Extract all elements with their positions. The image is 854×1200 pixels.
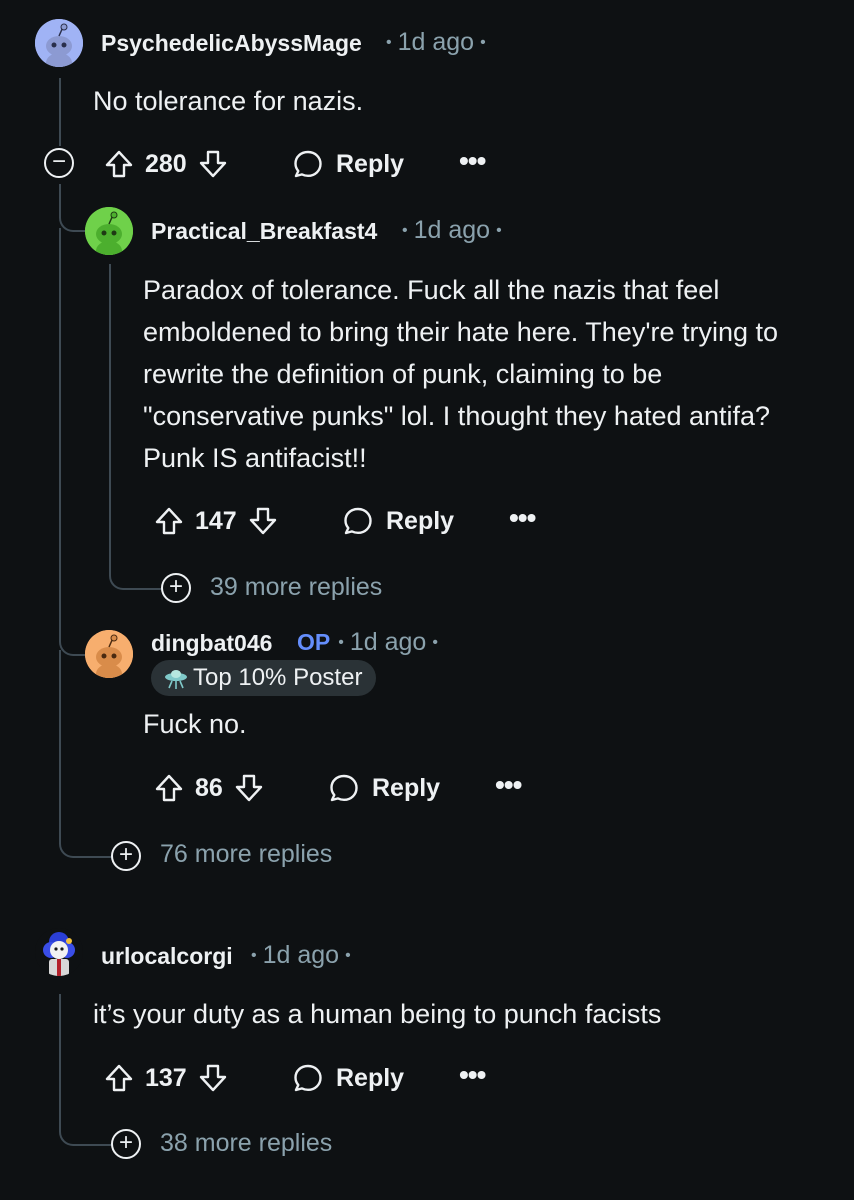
comment-bubble-icon	[294, 150, 322, 178]
reply-label: Reply	[386, 506, 455, 535]
thread-elbow-more-76	[59, 650, 113, 858]
username[interactable]: Practical_Breakfast4	[151, 218, 377, 245]
more-options-icon[interactable]: •••	[495, 769, 522, 801]
reply-label: Reply	[336, 1063, 405, 1092]
more-options-icon[interactable]: •••	[459, 145, 486, 177]
comment-meta: • 1d ago •	[386, 28, 486, 56]
snoo-avatar-icon	[85, 630, 133, 678]
comment-body: No tolerance for nazis.	[93, 86, 364, 116]
vote-count: 280	[145, 149, 187, 178]
comment-actions: 147	[153, 501, 279, 541]
vote-count: 147	[195, 506, 237, 535]
user-flair-badge: Top 10% Poster	[151, 660, 377, 696]
collapse-button[interactable]: −	[44, 148, 74, 178]
plus-icon: +	[118, 1129, 133, 1156]
expand-replies-button[interactable]: +	[161, 573, 191, 603]
comment-meta: • 1d ago •	[251, 941, 351, 969]
upvote-icon[interactable]	[153, 505, 185, 537]
comment-bubble-icon	[294, 1064, 322, 1092]
comment-actions: 86	[153, 768, 265, 808]
more-replies-link[interactable]: 76 more replies	[160, 840, 332, 869]
plus-icon: +	[168, 573, 183, 600]
flair-label: Top 10% Poster	[193, 664, 363, 691]
reply-label: Reply	[336, 149, 405, 178]
custom-avatar-icon	[35, 928, 83, 976]
plus-icon: +	[118, 841, 133, 868]
downvote-icon[interactable]	[233, 772, 265, 804]
username[interactable]: PsychedelicAbyssMage	[101, 30, 362, 57]
comment-actions: 137	[103, 1058, 229, 1098]
reply-label: Reply	[372, 773, 441, 802]
avatar[interactable]	[35, 928, 83, 976]
ufo-icon	[165, 670, 187, 689]
comment-bubble-icon	[330, 774, 358, 802]
thread-line-1-continue	[59, 228, 61, 640]
comment-actions: 280	[103, 144, 229, 184]
comment-body: Fuck no.	[143, 709, 247, 739]
comment-body: Paradox of tolerance. Fuck all the nazis…	[143, 275, 779, 473]
comment-body: it’s your duty as a human being to punch…	[93, 999, 662, 1029]
timestamp: 1d ago	[413, 216, 491, 244]
timestamp: 1d ago	[397, 28, 475, 56]
timestamp: 1d ago	[262, 941, 340, 969]
username[interactable]: urlocalcorgi	[101, 943, 233, 970]
vote-count: 86	[195, 773, 223, 802]
reply-button[interactable]: Reply	[292, 144, 404, 184]
more-options-icon[interactable]: •••	[459, 1059, 486, 1091]
upvote-icon[interactable]	[153, 772, 185, 804]
timestamp: 1d ago	[349, 628, 427, 656]
comment-meta: • 1d ago •	[402, 216, 502, 244]
more-replies-link[interactable]: 39 more replies	[210, 573, 382, 602]
reply-button[interactable]: Reply	[292, 1058, 404, 1098]
avatar[interactable]	[35, 19, 83, 67]
op-badge: OP	[297, 629, 331, 655]
minus-icon: −	[51, 147, 66, 175]
snoo-avatar-icon	[85, 207, 133, 255]
thread-line-1	[59, 78, 61, 146]
more-options-icon[interactable]: •••	[509, 502, 536, 534]
downvote-icon[interactable]	[247, 505, 279, 537]
avatar[interactable]	[85, 207, 133, 255]
snoo-avatar-icon	[35, 19, 83, 67]
vote-count: 137	[145, 1063, 187, 1092]
expand-replies-button[interactable]: +	[111, 1129, 141, 1159]
expand-replies-button[interactable]: +	[111, 841, 141, 871]
upvote-icon[interactable]	[103, 148, 135, 180]
reply-button[interactable]: Reply	[328, 768, 440, 808]
more-replies-link[interactable]: 38 more replies	[160, 1129, 332, 1158]
comment-meta: OP • 1d ago •	[297, 628, 438, 656]
reply-button[interactable]: Reply	[342, 501, 454, 541]
comment-bubble-icon	[344, 507, 372, 535]
downvote-icon[interactable]	[197, 1062, 229, 1094]
downvote-icon[interactable]	[197, 148, 229, 180]
avatar[interactable]	[85, 630, 133, 678]
username[interactable]: dingbat046	[151, 630, 272, 657]
upvote-icon[interactable]	[103, 1062, 135, 1094]
